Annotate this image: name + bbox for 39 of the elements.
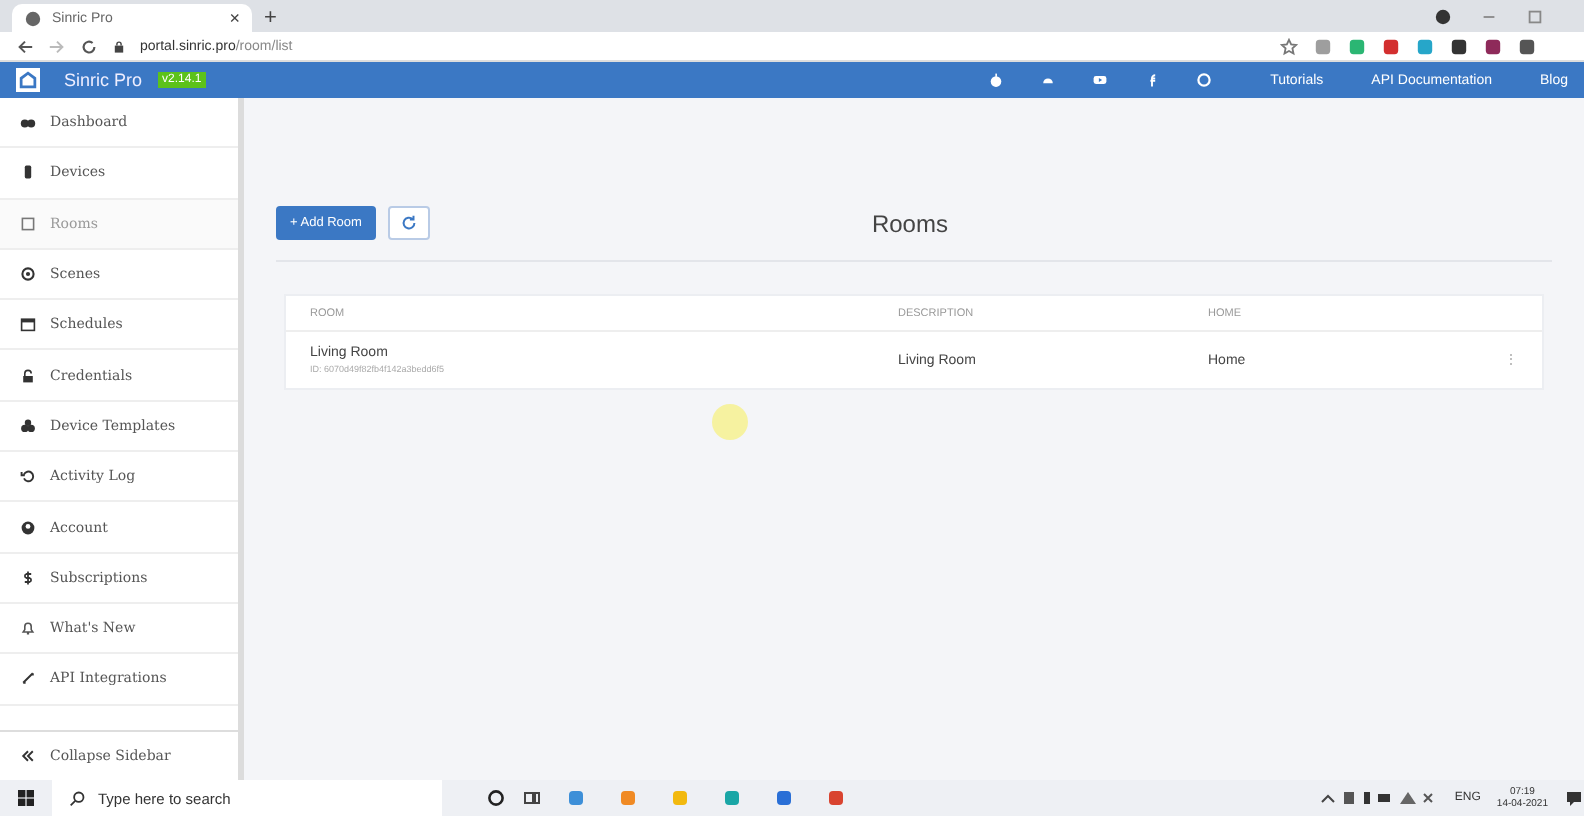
account-icon <box>20 519 36 536</box>
device-icon <box>20 164 36 181</box>
reload-icon[interactable] <box>80 37 98 55</box>
tray-icons-drawing[interactable] <box>1318 788 1439 808</box>
templates-icon <box>20 417 36 434</box>
bell-icon <box>20 620 36 637</box>
cursor-highlight <box>712 404 748 440</box>
refresh-button[interactable] <box>387 206 430 240</box>
notification-icon[interactable] <box>1564 788 1584 808</box>
dollar-icon <box>20 569 36 586</box>
close-tab-button[interactable]: × <box>229 8 240 28</box>
scene-icon <box>20 266 36 283</box>
history-icon <box>20 468 36 485</box>
lock-icon <box>112 39 126 53</box>
search-icon <box>68 789 86 807</box>
brand-name[interactable]: Sinric Pro <box>64 70 143 90</box>
calendar-icon <box>20 316 36 333</box>
back-icon[interactable] <box>16 37 34 55</box>
double-chevron-icon <box>20 747 36 764</box>
play-icon[interactable] <box>1092 72 1109 88</box>
windows-start-icon[interactable] <box>16 788 36 808</box>
f-icon[interactable] <box>1144 72 1161 88</box>
page-title: Rooms <box>871 209 948 237</box>
profile-icon[interactable] <box>1434 7 1452 25</box>
dashboard-icon <box>20 114 36 131</box>
star-icon[interactable] <box>1280 37 1298 55</box>
app-icon[interactable] <box>774 788 794 808</box>
lock-icon <box>20 367 36 384</box>
api-icon <box>20 670 36 687</box>
new-tab-button[interactable]: + <box>264 6 277 30</box>
maximize-icon[interactable] <box>1526 7 1544 25</box>
cortana-icon[interactable] <box>486 788 506 808</box>
refresh-icon <box>399 214 418 232</box>
task-view-icon[interactable] <box>522 788 542 808</box>
app-icon[interactable] <box>722 788 742 808</box>
app-icon[interactable] <box>566 788 586 808</box>
house-logo-icon[interactable] <box>16 68 40 92</box>
app-icon[interactable] <box>826 788 846 808</box>
room-icon <box>20 215 36 232</box>
